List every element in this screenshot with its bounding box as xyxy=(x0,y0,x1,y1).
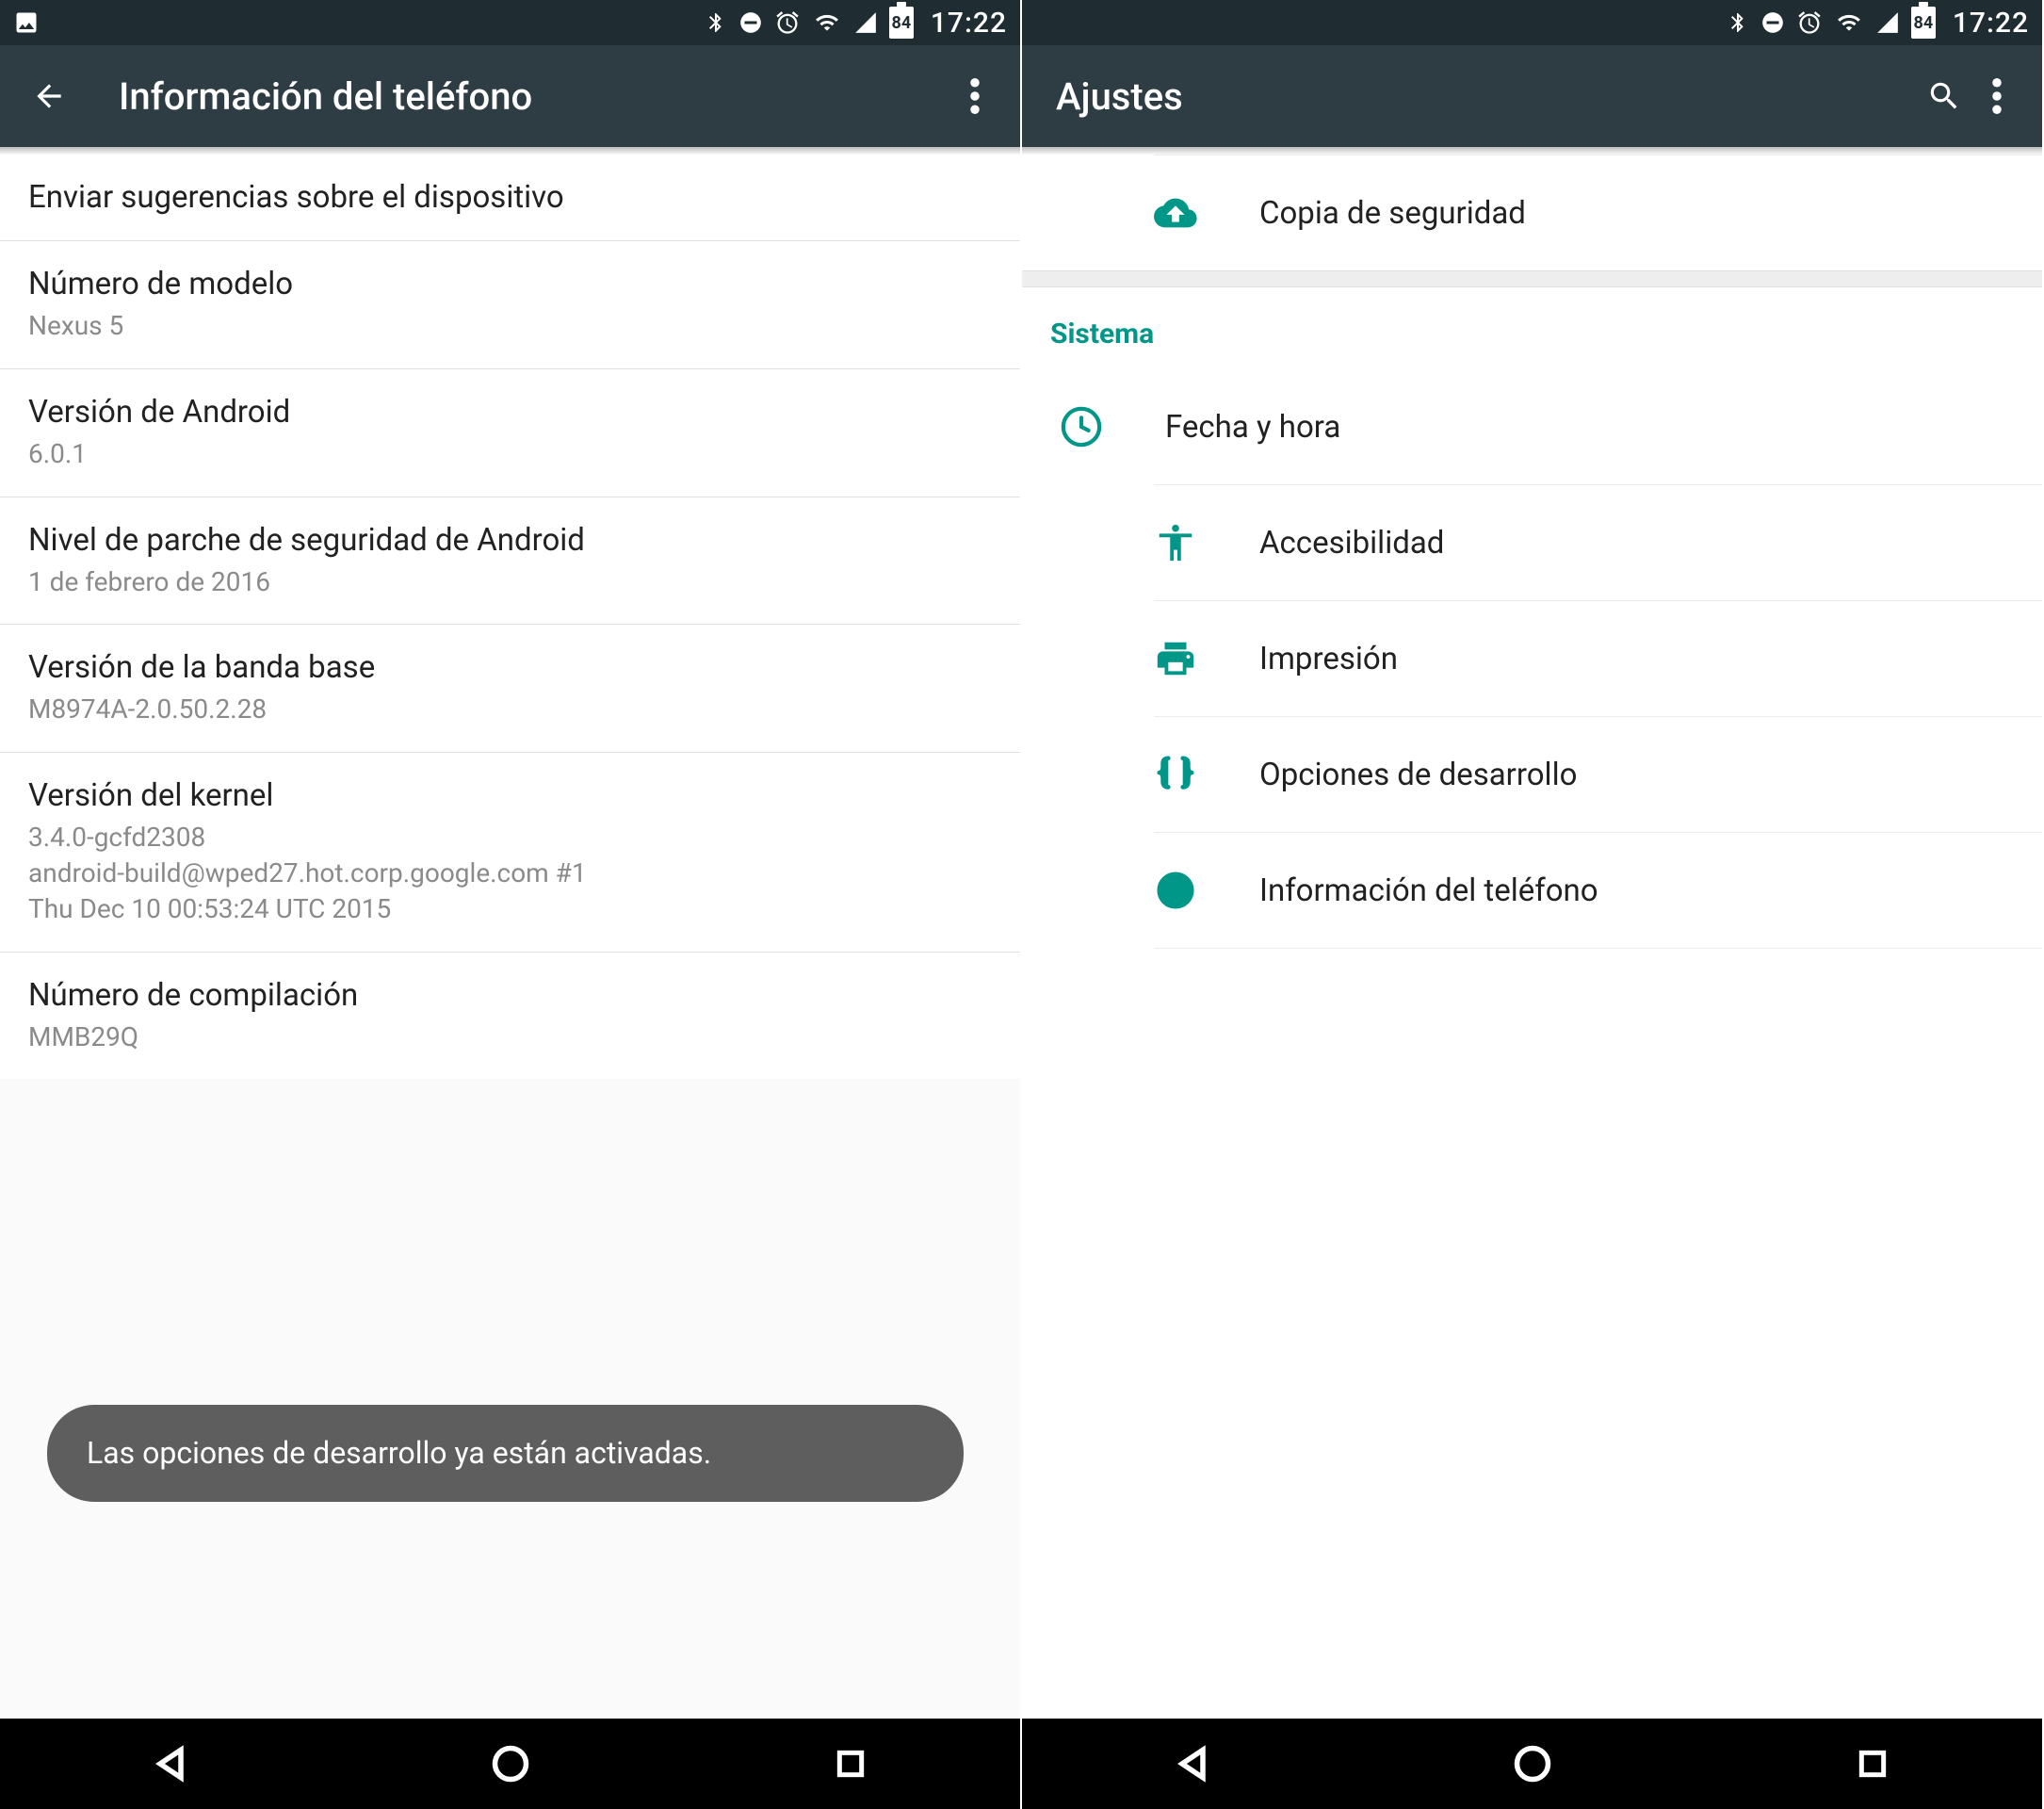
cloud-upload-icon xyxy=(1154,191,1220,235)
nav-recent-icon xyxy=(1854,1745,1891,1783)
braces-icon xyxy=(1154,753,1220,796)
wifi-icon xyxy=(812,10,842,35)
battery-level: 84 xyxy=(892,13,912,33)
statusbar: 84 17:22 xyxy=(1022,0,2042,45)
settings-item-datetime[interactable]: Fecha y hora xyxy=(1022,369,2042,484)
clock-time: 17:22 xyxy=(931,7,1007,40)
nav-home-icon xyxy=(490,1743,531,1785)
section-header-system: Sistema xyxy=(1022,287,2042,369)
bluetooth-icon xyxy=(705,9,727,36)
toast-message: Las opciones de desarrollo ya están acti… xyxy=(47,1405,964,1502)
list-item-primary: Versión del kernel xyxy=(28,777,992,814)
nav-back-icon xyxy=(150,1743,191,1785)
settings-item-label: Accesibilidad xyxy=(1259,525,1444,562)
nav-home-button[interactable] xyxy=(454,1736,567,1792)
nav-home-button[interactable] xyxy=(1476,1736,1589,1792)
accessibility-icon xyxy=(1154,521,1220,564)
settings-item-label: Información del teléfono xyxy=(1259,872,1598,909)
settings-item-label: Impresión xyxy=(1259,641,1398,677)
settings-item-developer[interactable]: Opciones de desarrollo xyxy=(1154,717,2042,832)
list-item-secondary: 3.4.0-gcfd2308 android-build@wped27.hot.… xyxy=(28,820,992,926)
signal-icon xyxy=(853,10,878,35)
nav-back-button[interactable] xyxy=(1136,1736,1249,1792)
screen-title: Ajustes xyxy=(1056,74,1918,119)
statusbar: 84 17:22 xyxy=(0,0,1020,45)
nav-home-icon xyxy=(1512,1743,1553,1785)
phone-left: 84 17:22 Información del teléfono Enviar… xyxy=(0,0,1022,1809)
dnd-icon xyxy=(738,10,763,35)
section-divider xyxy=(1022,270,2042,287)
settings-item-print[interactable]: Impresión xyxy=(1154,601,2042,716)
list-item-primary: Número de modelo xyxy=(28,266,992,302)
arrow-back-icon xyxy=(31,78,67,114)
battery-icon: 84 xyxy=(1911,7,1936,39)
list-item-baseband[interactable]: Versión de la banda base M8974A-2.0.50.2… xyxy=(0,625,1020,753)
list-item-primary: Nivel de parche de seguridad de Android xyxy=(28,522,992,559)
clock-icon xyxy=(1060,405,1126,448)
picture-icon xyxy=(13,9,40,36)
settings-item-about-phone[interactable]: Información del teléfono xyxy=(1154,833,2042,948)
nav-recent-icon xyxy=(832,1745,869,1783)
appbar: Ajustes xyxy=(1022,45,2042,147)
list-item-secondary: 6.0.1 xyxy=(28,436,992,472)
appbar-shadow xyxy=(1022,147,2042,155)
search-icon xyxy=(1926,78,1962,114)
battery-icon: 84 xyxy=(889,7,914,39)
nav-back-button[interactable] xyxy=(114,1736,227,1792)
list-item-security-patch[interactable]: Nivel de parche de seguridad de Android … xyxy=(0,497,1020,626)
settings-item-accessibility[interactable]: Accesibilidad xyxy=(1154,485,2042,600)
list-item-secondary: MMB29Q xyxy=(28,1019,992,1055)
list-item-secondary: 1 de febrero de 2016 xyxy=(28,564,992,600)
nav-back-icon xyxy=(1172,1743,1213,1785)
more-vert-icon xyxy=(1992,78,2002,114)
phone-info-list[interactable]: Enviar sugerencias sobre el dispositivo … xyxy=(0,155,1020,1719)
nav-recent-button[interactable] xyxy=(1816,1736,1929,1792)
list-item-android-version[interactable]: Versión de Android 6.0.1 xyxy=(0,369,1020,497)
list-item-primary: Versión de la banda base xyxy=(28,649,992,686)
list-item-feedback[interactable]: Enviar sugerencias sobre el dispositivo xyxy=(0,155,1020,241)
back-button[interactable] xyxy=(23,70,75,122)
navbar xyxy=(0,1719,1020,1809)
bluetooth-icon xyxy=(1727,9,1749,36)
list-item-secondary: Nexus 5 xyxy=(28,308,992,344)
alarm-icon xyxy=(774,9,801,36)
settings-list[interactable]: Copia de seguridad Sistema Fecha y hora … xyxy=(1022,155,2042,1719)
screen-title: Información del teléfono xyxy=(119,74,949,119)
dnd-icon xyxy=(1760,10,1785,35)
overflow-menu-button[interactable] xyxy=(1971,70,2023,122)
nav-recent-button[interactable] xyxy=(794,1736,907,1792)
list-item-build[interactable]: Número de compilación MMB29Q xyxy=(0,953,1020,1080)
battery-level: 84 xyxy=(1914,13,1934,33)
search-button[interactable] xyxy=(1918,70,1971,122)
list-item-kernel[interactable]: Versión del kernel 3.4.0-gcfd2308 androi… xyxy=(0,753,1020,952)
settings-item-label: Fecha y hora xyxy=(1165,409,1340,446)
phone-right: 84 17:22 Ajustes Copia de seguridad xyxy=(1022,0,2044,1809)
navbar xyxy=(1022,1719,2042,1809)
alarm-icon xyxy=(1796,9,1823,36)
more-vert-icon xyxy=(970,78,980,114)
signal-icon xyxy=(1875,10,1900,35)
list-item-primary: Enviar sugerencias sobre el dispositivo xyxy=(28,179,992,216)
overflow-menu-button[interactable] xyxy=(949,70,1001,122)
info-icon xyxy=(1154,869,1220,912)
print-icon xyxy=(1154,637,1220,680)
list-item-secondary: M8974A-2.0.50.2.28 xyxy=(28,692,992,727)
settings-item-label: Copia de seguridad xyxy=(1259,195,1526,232)
wifi-icon xyxy=(1834,10,1864,35)
clock-time: 17:22 xyxy=(1953,7,2029,40)
settings-item-label: Opciones de desarrollo xyxy=(1259,757,1577,793)
list-item-primary: Número de compilación xyxy=(28,977,992,1014)
appbar-shadow xyxy=(0,147,1020,155)
list-item-primary: Versión de Android xyxy=(28,394,992,431)
settings-item-backup[interactable]: Copia de seguridad xyxy=(1154,155,2042,270)
list-item-model[interactable]: Número de modelo Nexus 5 xyxy=(0,241,1020,369)
appbar: Información del teléfono xyxy=(0,45,1020,147)
